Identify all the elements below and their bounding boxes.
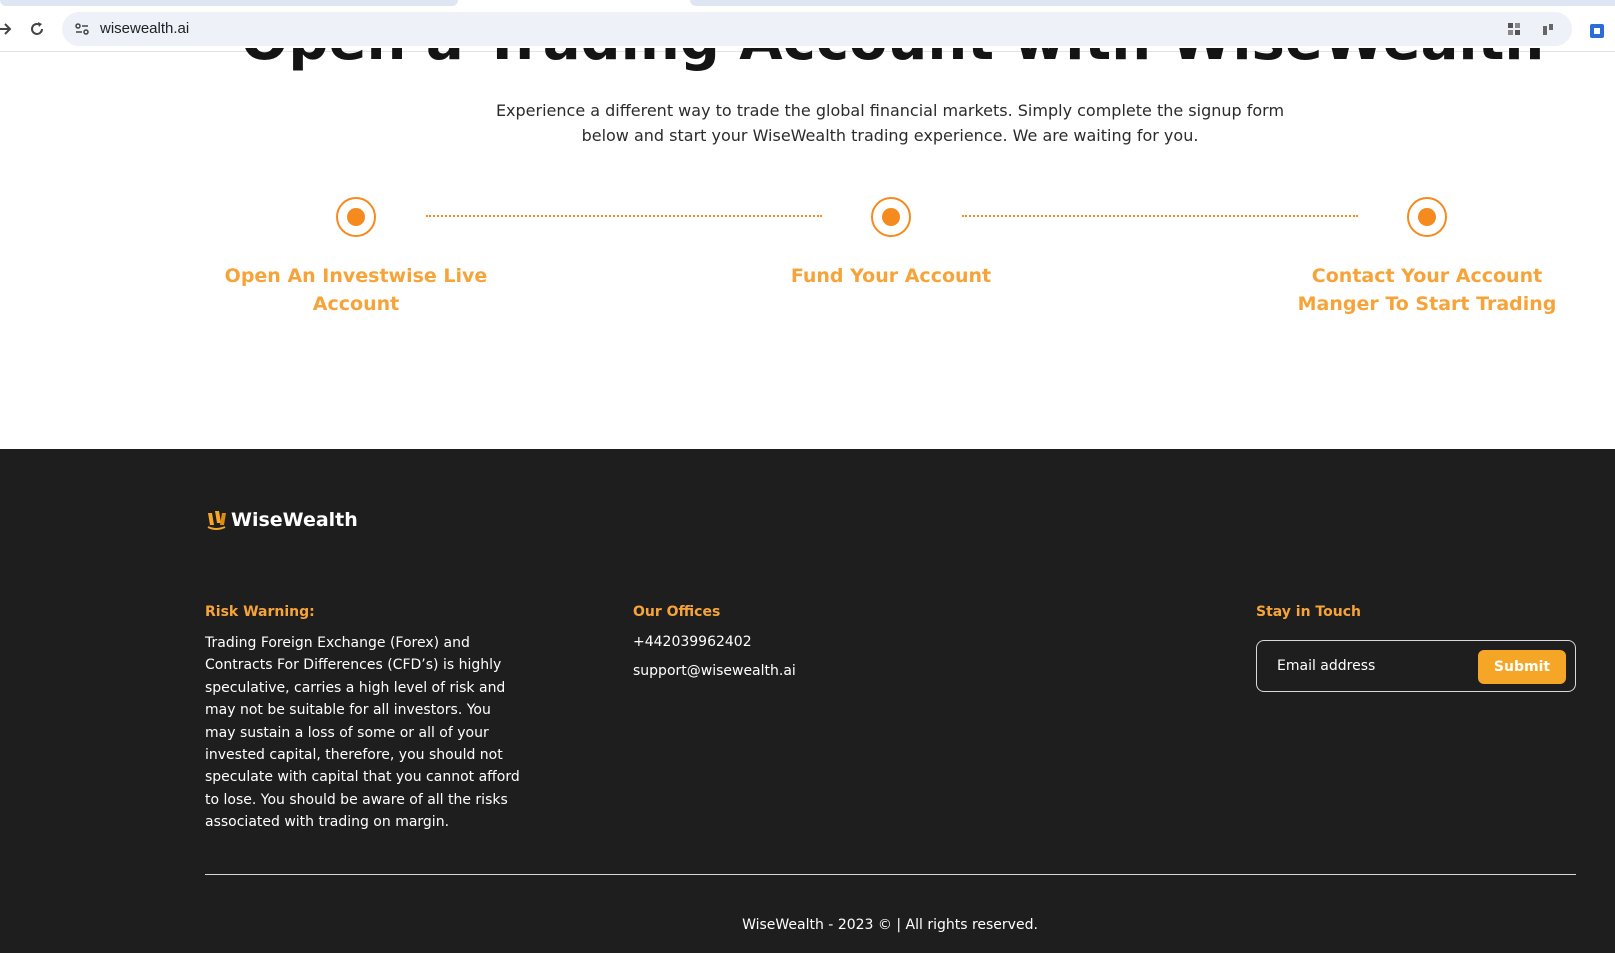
copyright-text: WiseWealth - 2023 © | All rights reserve… (742, 917, 1038, 933)
step-dot (347, 208, 365, 226)
step-connector (426, 215, 822, 217)
page-subtitle: Experience a different way to trade the … (495, 101, 1285, 145)
step-2-label: Fund Your Account (790, 265, 992, 287)
step-1-label: Open An Investwise Live Account (224, 265, 488, 315)
risk-warning-heading: Risk Warning: (205, 604, 315, 620)
offices-heading: Our Offices (633, 604, 721, 620)
footer-logo[interactable]: WiseWealth (205, 509, 358, 531)
footer: WiseWealth Risk Warning: Trading Foreign… (0, 449, 1615, 953)
step-3-label: Contact Your Account Manger To Start Tra… (1297, 265, 1557, 315)
risk-warning-text: Trading Foreign Exchange (Forex) and Con… (205, 635, 520, 831)
newsletter-heading: Stay in Touch (1256, 604, 1361, 620)
site-info-icon[interactable] (74, 21, 90, 37)
url-text[interactable]: wisewealth.ai (100, 20, 189, 37)
step-2-marker (871, 197, 911, 237)
submit-button[interactable]: Submit (1478, 650, 1566, 684)
browser-toolbar: wisewealth.ai (0, 6, 1615, 52)
office-email-link[interactable]: support@wisewealth.ai (633, 663, 796, 679)
step-dot (1418, 208, 1436, 226)
brand-name: WiseWealth (231, 509, 358, 531)
sidebar-icon[interactable] (1540, 21, 1558, 39)
forward-icon[interactable] (0, 18, 16, 40)
profile-extension-icon[interactable] (1588, 22, 1606, 40)
step-dot (882, 208, 900, 226)
extension-puzzle-icon[interactable] (1506, 21, 1524, 39)
address-bar[interactable]: wisewealth.ai (62, 12, 1572, 46)
footer-divider (205, 874, 1576, 875)
step-1-marker (336, 197, 376, 237)
office-phone-link[interactable]: +442039962402 (633, 634, 752, 650)
step-3-marker (1407, 197, 1447, 237)
reload-icon[interactable] (26, 18, 48, 40)
step-connector (962, 215, 1358, 217)
wisewealth-logo-icon (207, 511, 226, 530)
newsletter-form: Submit (1256, 640, 1576, 692)
email-input[interactable] (1265, 649, 1465, 683)
